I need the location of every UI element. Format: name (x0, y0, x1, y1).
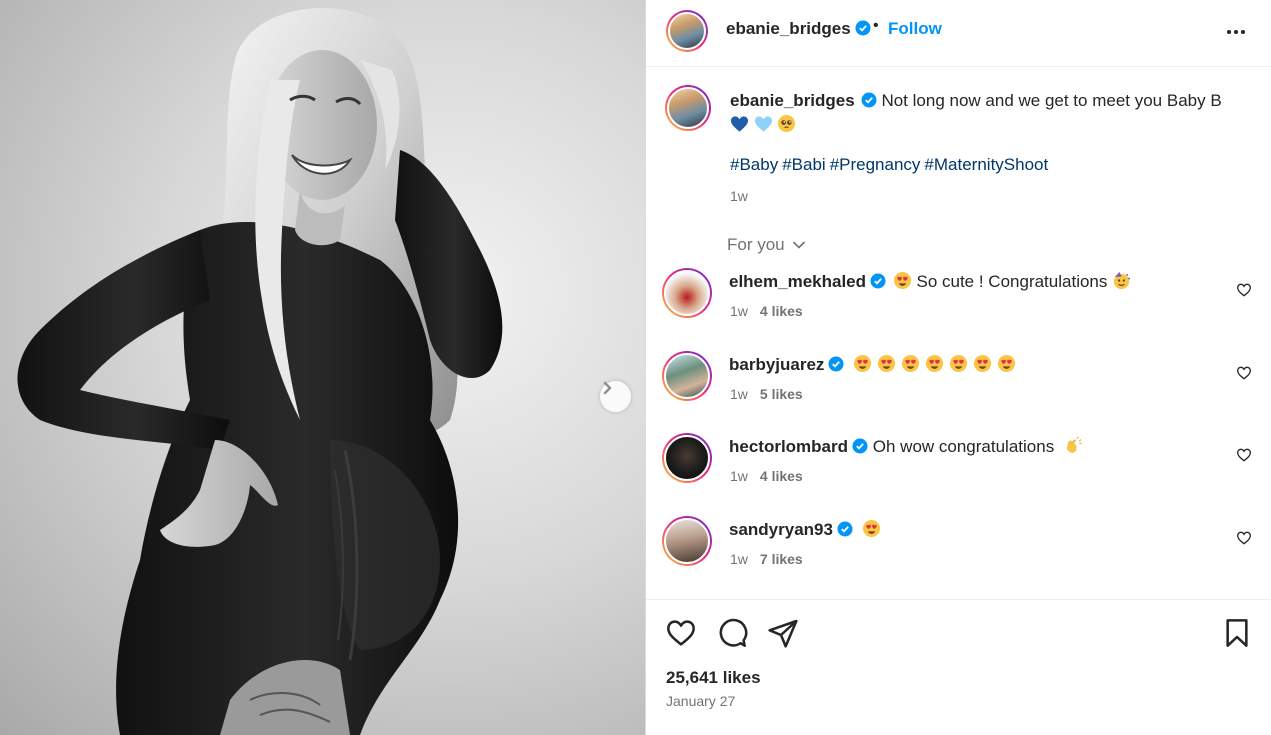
commenter-username[interactable]: hectorlombard (729, 437, 848, 456)
maternity-photo-illustration (17, 7, 503, 735)
follow-button[interactable]: Follow (888, 19, 942, 39)
comment-line: sandyryan93 (729, 519, 881, 540)
post-actions-bar (646, 599, 1271, 735)
save-bookmark-icon[interactable] (1221, 617, 1253, 649)
heart-eyes-emoji-icon (974, 354, 992, 373)
hashtag-link[interactable]: #MaternityShoot (924, 155, 1048, 174)
header-separator: • (873, 17, 879, 34)
chevron-down-icon (793, 241, 806, 249)
author-username: ebanie_bridges (726, 19, 851, 38)
comment-line: hectorlombard Oh wow congratulations (729, 436, 1082, 457)
post-header: ebanie_bridges • Follow (646, 0, 1271, 67)
commenter-username[interactable]: barbyjuarez (729, 355, 824, 374)
verified-badge-icon (870, 273, 886, 289)
comment-item: hectorlombard Oh wow congratulations 1w 4… (646, 433, 1271, 503)
verified-badge-icon (837, 521, 853, 537)
heart-eyes-emoji-icon (854, 354, 872, 373)
blue-heart-emoji-icon (730, 116, 749, 132)
sort-label: For you (727, 235, 785, 254)
commenter-avatar[interactable] (662, 516, 712, 566)
hashtag-link[interactable]: #Babi (782, 155, 825, 174)
heart-eyes-emoji-icon (926, 354, 944, 373)
like-heart-icon[interactable] (665, 617, 697, 649)
chevron-right-icon (603, 381, 612, 395)
comment-timestamp[interactable]: 1w (730, 551, 748, 567)
heart-eyes-emoji-icon (998, 354, 1016, 373)
verified-badge-icon (855, 20, 871, 36)
comment-likes[interactable]: 5 likes (760, 386, 803, 402)
comment-item: barbyjuarez 1w 5 likes (646, 351, 1271, 421)
comment-text: So cute ! Congratulations (916, 272, 1108, 291)
more-options-icon[interactable] (1224, 20, 1248, 44)
post-like-count[interactable]: 25,641 likes (666, 668, 761, 688)
heart-eyes-emoji-icon (862, 519, 880, 538)
caption-timestamp[interactable]: 1w (730, 188, 748, 204)
comment-meta: 1w 4 likes (730, 303, 803, 319)
hashtag-link[interactable]: #Pregnancy (830, 155, 921, 174)
partying-face-emoji-icon (1114, 271, 1131, 290)
like-comment-icon[interactable] (1236, 282, 1252, 298)
caption-hashtags: #Baby #Babi #Pregnancy #MaternityShoot (730, 155, 1052, 175)
comment-line: elhem_mekhaled So cute ! Congratulations (729, 271, 1131, 292)
heart-eyes-emoji-icon (878, 354, 896, 373)
commenter-avatar[interactable] (662, 433, 712, 483)
comment-likes[interactable]: 4 likes (760, 303, 803, 319)
comment-timestamp[interactable]: 1w (730, 468, 748, 484)
like-comment-icon[interactable] (1236, 530, 1252, 546)
light-blue-heart-emoji-icon (754, 116, 772, 132)
commenter-username[interactable]: sandyryan93 (729, 520, 833, 539)
comment-meta: 1w 7 likes (730, 551, 803, 567)
heart-eyes-emoji-icon (950, 354, 968, 373)
comment-bubble-icon[interactable] (716, 617, 748, 649)
share-send-icon[interactable] (767, 617, 799, 649)
comment-line: barbyjuarez (729, 354, 1016, 375)
caption-text: Not long now and we get to meet you Baby… (881, 91, 1222, 110)
pleading-face-emoji-icon (778, 114, 796, 133)
commenter-avatar[interactable] (662, 351, 712, 401)
caption-author-avatar[interactable] (665, 85, 711, 131)
caption-username[interactable]: ebanie_bridges (730, 91, 855, 110)
heart-eyes-emoji-icon (893, 271, 911, 290)
comment-sort-dropdown[interactable]: For you (727, 235, 806, 255)
comment-item: elhem_mekhaled So cute ! Congratulations… (646, 268, 1271, 338)
verified-badge-icon (852, 438, 868, 454)
post-date[interactable]: January 27 (666, 693, 735, 709)
comment-text: Oh wow congratulations (872, 437, 1055, 456)
post-caption: ebanie_bridges Not long now and we get t… (730, 89, 1250, 137)
post-photo[interactable] (0, 0, 645, 735)
heart-eyes-emoji-row (853, 354, 1016, 374)
verified-badge-icon (828, 356, 844, 372)
comment-likes[interactable]: 7 likes (760, 551, 803, 567)
comment-item: sandyryan93 1w 7 likes (646, 516, 1271, 586)
author-username-link[interactable]: ebanie_bridges (726, 19, 871, 39)
next-photo-button[interactable] (600, 381, 631, 412)
like-comment-icon[interactable] (1236, 447, 1252, 463)
comment-likes[interactable]: 4 likes (760, 468, 803, 484)
author-avatar[interactable] (666, 10, 708, 52)
heart-eyes-emoji-icon (902, 354, 920, 373)
post-details-panel: ebanie_bridges • Follow ebanie_bridges N… (645, 0, 1271, 735)
clapping-hands-emoji-icon (1066, 436, 1082, 453)
comment-meta: 1w 5 likes (730, 386, 803, 402)
comment-meta: 1w 4 likes (730, 468, 803, 484)
commenter-avatar[interactable] (662, 268, 712, 318)
hashtag-link[interactable]: #Baby (730, 155, 778, 174)
comment-timestamp[interactable]: 1w (730, 303, 748, 319)
comment-timestamp[interactable]: 1w (730, 386, 748, 402)
verified-badge-icon (861, 92, 877, 108)
like-comment-icon[interactable] (1236, 365, 1252, 381)
commenter-username[interactable]: elhem_mekhaled (729, 272, 866, 291)
